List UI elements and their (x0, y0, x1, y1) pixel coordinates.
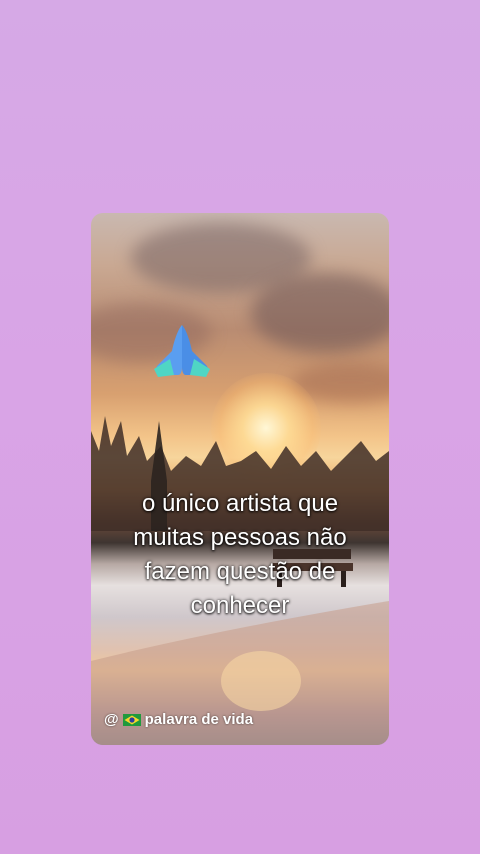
cloud-shape (251, 273, 389, 353)
watermark-handle: palavra de vida (144, 711, 254, 728)
caption-line: o único artista que (141, 490, 339, 517)
caption-line: fazem questão de (144, 558, 336, 585)
video-card[interactable]: o único artista que muitas pessoas não f… (91, 213, 389, 745)
caption-line: muitas pessoas não (133, 524, 347, 551)
caption-line: conhecer (190, 592, 290, 619)
caption-text: o único artista que muitas pessoas não f… (91, 487, 389, 623)
watermark: @ palavra de vida (104, 711, 253, 728)
praying-hands-icon (154, 325, 210, 377)
brazil-flag-icon (122, 713, 141, 726)
at-symbol: @ (104, 711, 119, 728)
